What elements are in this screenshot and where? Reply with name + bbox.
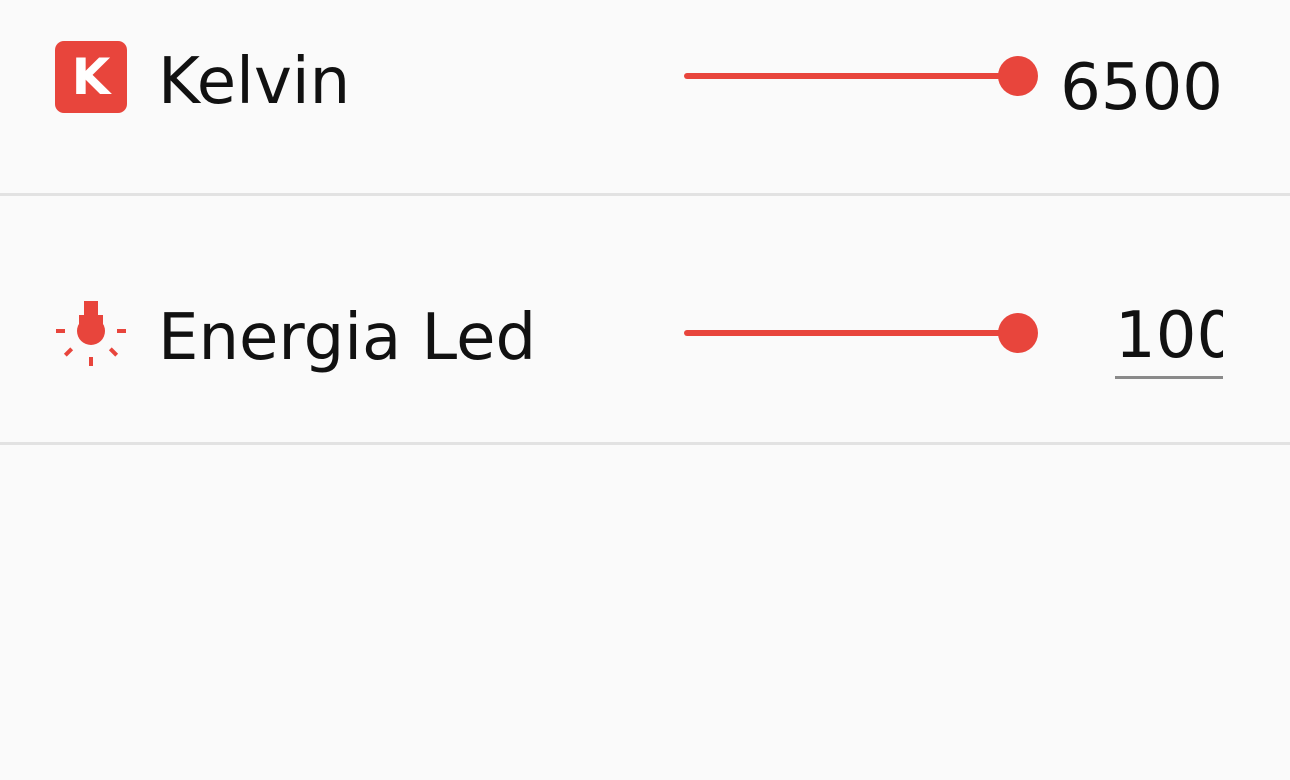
energy-led-slider-thumb[interactable] xyxy=(998,313,1038,353)
setting-row-kelvin: K Kelvin 6500 xyxy=(0,0,1290,196)
kelvin-slider-thumb[interactable] xyxy=(998,56,1038,96)
kelvin-slider[interactable] xyxy=(684,54,1038,98)
energy-led-label: Energia Led xyxy=(158,301,537,375)
led-bulb-icon xyxy=(55,297,129,371)
kelvin-value: 6500 xyxy=(1060,51,1223,125)
setting-row-energy-led: Energia Led xyxy=(0,196,1290,445)
kelvin-slider-track xyxy=(684,73,1018,79)
energy-led-value-input[interactable] xyxy=(1115,296,1223,379)
energy-led-slider-track xyxy=(684,330,1018,336)
energy-led-slider[interactable] xyxy=(684,311,1038,355)
kelvin-label: Kelvin xyxy=(158,45,351,119)
kelvin-k-icon: K xyxy=(55,41,129,115)
